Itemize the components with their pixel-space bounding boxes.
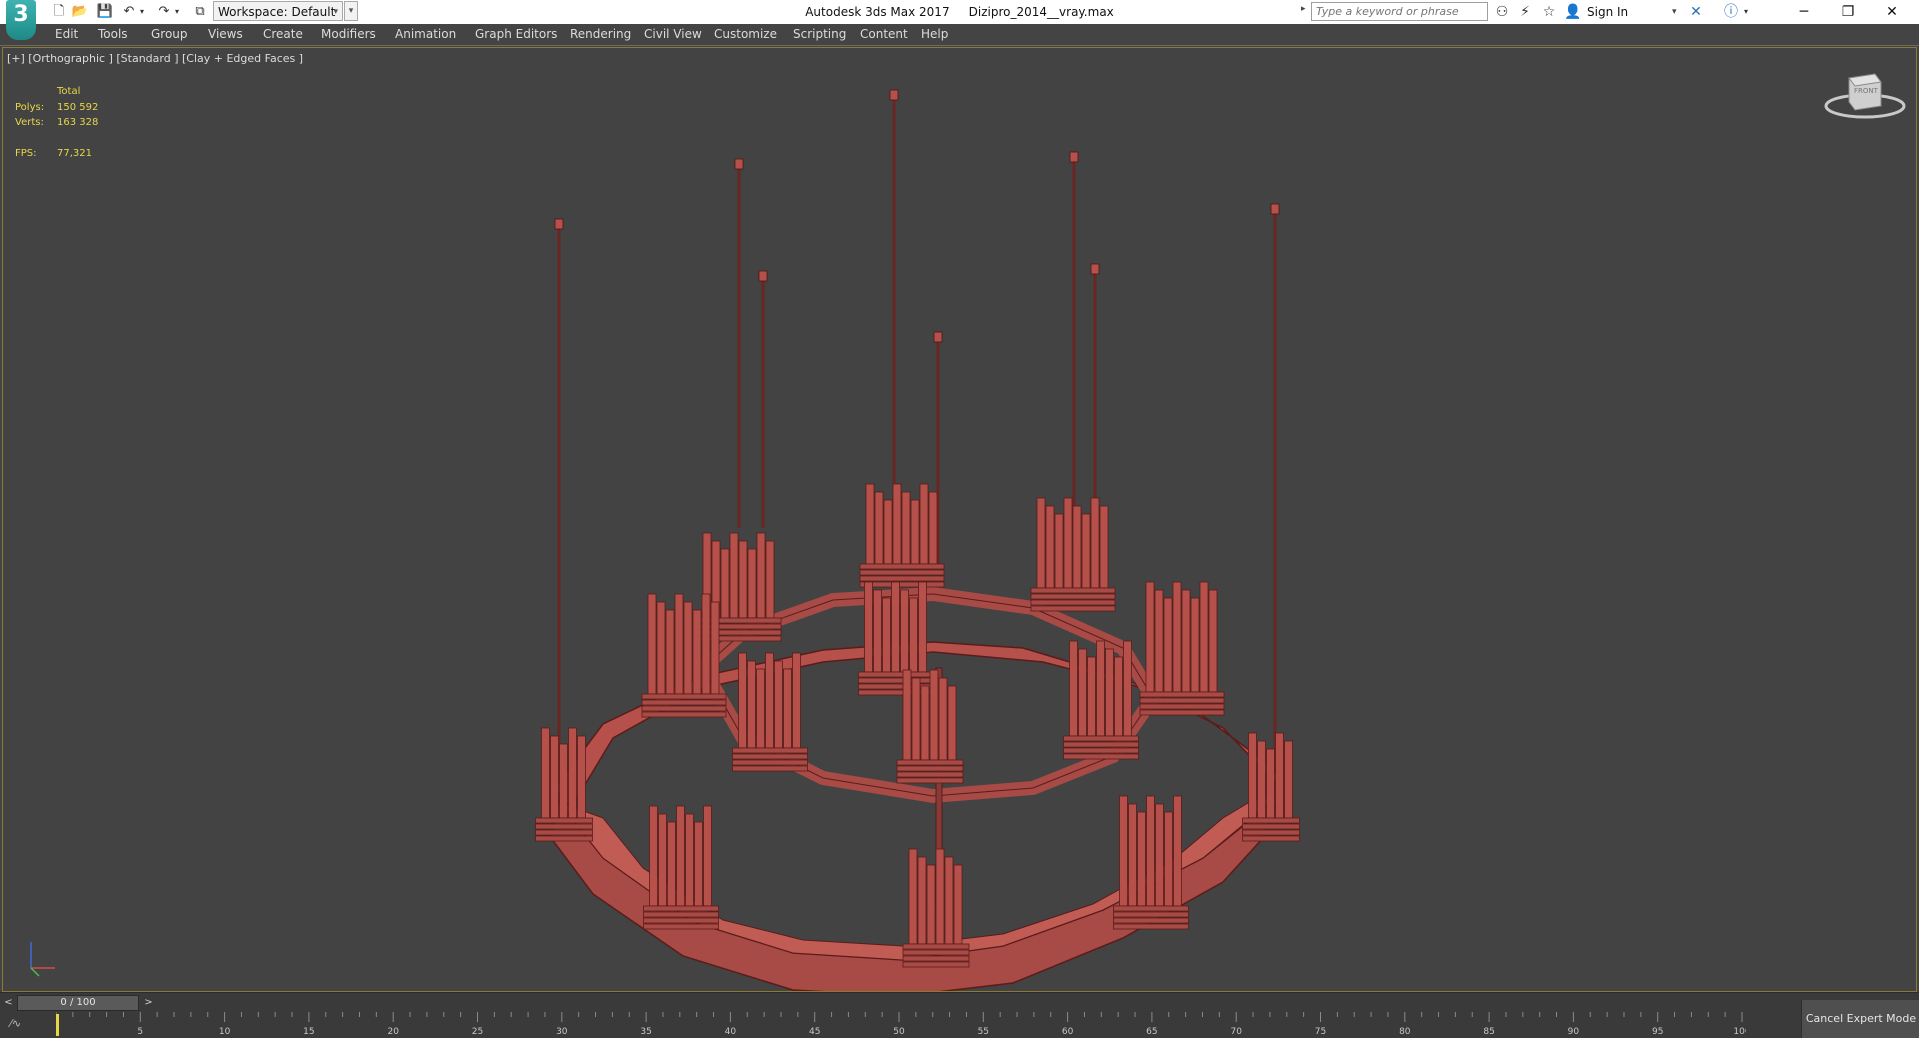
chandelier-model[interactable]: [3, 48, 1916, 991]
ruler-tick-label: 95: [1652, 1027, 1663, 1037]
restore-button[interactable]: ❐: [1826, 0, 1870, 24]
workspace-select-label: Workspace: Default: [218, 5, 336, 19]
search-expand-icon[interactable]: ▸: [1301, 4, 1306, 14]
ruler-tick-label: 80: [1399, 1027, 1411, 1037]
menu-scripting[interactable]: Scripting: [793, 24, 846, 45]
mini-curve-editor-icon[interactable]: ⁄∿: [10, 1017, 21, 1030]
ruler-tick-label: 70: [1230, 1027, 1242, 1037]
autodesk-exchange-icon[interactable]: ✕: [1686, 2, 1706, 22]
chevron-down-icon: ▾: [333, 7, 338, 17]
ruler-tick-label: 30: [556, 1027, 568, 1037]
candle-cluster[interactable]: [859, 483, 945, 588]
ruler-tick-label: 90: [1568, 1027, 1580, 1037]
redo-dropdown-icon[interactable]: ▾: [172, 3, 182, 21]
hanging-rod[interactable]: [1270, 203, 1280, 788]
previous-frame-button[interactable]: <: [2, 995, 15, 1011]
favorites-star-icon[interactable]: ☆: [1539, 2, 1559, 22]
help-icon[interactable]: ⓘ: [1721, 2, 1741, 22]
menu-create[interactable]: Create: [263, 24, 303, 45]
ruler-tick-label: 35: [640, 1027, 651, 1037]
ruler-tick-label: 25: [472, 1027, 483, 1037]
menu-customize[interactable]: Customize: [714, 24, 777, 45]
app-logo-button[interactable]: 3: [6, 0, 36, 40]
track-bar[interactable]: ⁄∿ 0510152025303540455055606570758085909…: [0, 1012, 1919, 1038]
candle-cluster[interactable]: [535, 727, 593, 842]
ruler-tick-label: 50: [893, 1027, 905, 1037]
menu-rendering[interactable]: Rendering: [570, 24, 631, 45]
menu-graph-editors[interactable]: Graph Editors: [475, 24, 557, 45]
candle-cluster[interactable]: [1030, 497, 1116, 612]
menu-bar: Edit Tools Group Views Create Modifiers …: [0, 24, 1919, 46]
ruler-tick-label: 20: [387, 1027, 399, 1037]
workspace-select[interactable]: Workspace: Default ▾: [213, 1, 343, 21]
menu-views[interactable]: Views: [208, 24, 243, 45]
menu-help[interactable]: Help: [921, 24, 948, 45]
quick-access-customize-button[interactable]: ▾: [344, 1, 358, 21]
ruler-tick-label: 85: [1483, 1027, 1494, 1037]
help-dropdown-icon[interactable]: ▾: [1741, 2, 1751, 22]
new-file-icon[interactable]: 🗋: [50, 3, 68, 21]
ruler-tick-label: 75: [1315, 1027, 1326, 1037]
ruler-tick-label: 100: [1733, 1027, 1746, 1037]
ruler-tick-label: 5: [137, 1027, 143, 1037]
undo-icon[interactable]: ↶: [120, 3, 138, 21]
chevron-down-icon[interactable]: ▾: [1672, 0, 1677, 24]
viewcube[interactable]: FRONT: [1823, 66, 1907, 126]
ruler-tick-label: 55: [978, 1027, 989, 1037]
menu-civil-view[interactable]: Civil View: [644, 24, 702, 45]
user-icon[interactable]: 👤: [1563, 2, 1583, 22]
project-folder-icon[interactable]: ⧉: [191, 3, 209, 21]
minimize-button[interactable]: ─: [1782, 0, 1826, 24]
axis-tripod-icon: [30, 942, 55, 977]
undo-dropdown-icon[interactable]: ▾: [137, 3, 147, 21]
binoculars-icon[interactable]: ⚇: [1492, 2, 1512, 22]
ruler-tick-label: 10: [219, 1027, 231, 1037]
redo-icon[interactable]: ↷: [155, 3, 173, 21]
hanging-rod[interactable]: [734, 158, 744, 528]
ruler-tick-label: 40: [725, 1027, 737, 1037]
menu-edit[interactable]: Edit: [55, 24, 78, 45]
candle-cluster[interactable]: [1139, 581, 1225, 716]
sign-in-button[interactable]: Sign In: [1587, 0, 1628, 24]
candle-cluster[interactable]: [1242, 732, 1300, 842]
time-slider[interactable]: < 0 / 100 >: [0, 992, 1919, 1013]
menu-modifiers[interactable]: Modifiers: [321, 24, 376, 45]
menu-content[interactable]: Content: [860, 24, 908, 45]
ruler-tick-label: 45: [809, 1027, 820, 1037]
viewcube-face-label[interactable]: FRONT: [1854, 87, 1879, 95]
menu-animation[interactable]: Animation: [395, 24, 456, 45]
perspective-viewport[interactable]: [+] [Orthographic ] [Standard ] [Clay + …: [2, 47, 1917, 992]
time-slider-thumb[interactable]: 0 / 100: [17, 995, 139, 1011]
file-name: Dizipro_2014__vray.max: [968, 5, 1114, 19]
app-name: Autodesk 3ds Max 2017: [805, 5, 950, 19]
candle-cluster[interactable]: [896, 669, 964, 784]
track-ruler[interactable]: 0510152025303540455055606570758085909510…: [56, 1012, 1746, 1038]
candle-cluster[interactable]: [732, 652, 808, 772]
menu-tools[interactable]: Tools: [98, 24, 128, 45]
open-file-icon[interactable]: 📂: [71, 3, 89, 21]
title-bar: 3 🗋 📂 💾 ↶ ▾ ↷ ▾ ⧉ Workspace: Default ▾ ▾…: [0, 0, 1919, 40]
candle-cluster[interactable]: [643, 805, 719, 930]
candle-cluster[interactable]: [902, 848, 970, 968]
next-frame-button[interactable]: >: [142, 995, 155, 1011]
cancel-expert-mode-button[interactable]: Cancel Expert Mode: [1801, 1000, 1919, 1038]
hanging-rod[interactable]: [758, 270, 768, 528]
candle-cluster[interactable]: [1063, 640, 1139, 760]
ruler-tick-label: 15: [303, 1027, 314, 1037]
save-icon[interactable]: 💾: [96, 3, 114, 21]
menu-group[interactable]: Group: [151, 24, 188, 45]
candle-cluster[interactable]: [1113, 795, 1189, 930]
hanging-rod[interactable]: [554, 218, 564, 790]
ruler-tick-label: 60: [1062, 1027, 1074, 1037]
communication-center-icon[interactable]: ⚡: [1515, 2, 1535, 22]
ruler-tick-label: 65: [1146, 1027, 1157, 1037]
candle-cluster[interactable]: [641, 593, 727, 718]
hanging-rod[interactable]: [1069, 151, 1079, 548]
current-frame-marker[interactable]: [56, 1014, 59, 1036]
search-input[interactable]: [1311, 2, 1488, 21]
candle-cluster[interactable]: [858, 581, 934, 696]
close-button[interactable]: ✕: [1870, 0, 1914, 24]
